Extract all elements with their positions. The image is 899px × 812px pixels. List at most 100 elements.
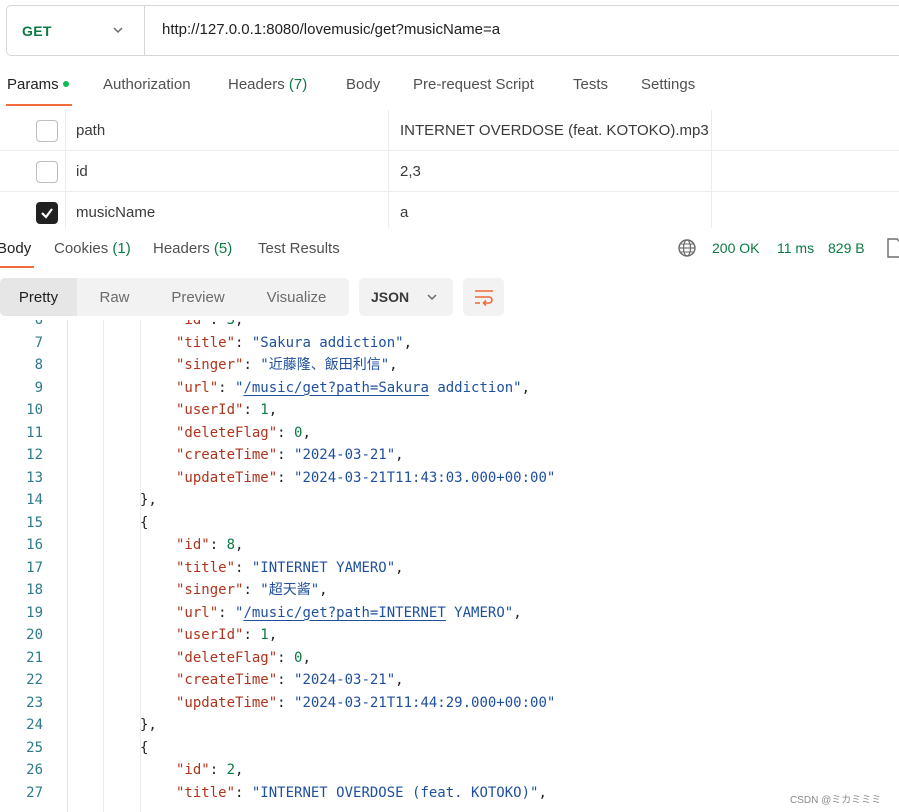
- param-key[interactable]: id: [76, 163, 88, 180]
- tab-tests[interactable]: Tests: [573, 76, 608, 93]
- response-view-toolbar: Pretty Raw Preview Visualize JSON: [0, 278, 899, 318]
- code-token: ,: [403, 334, 413, 351]
- globe-icon[interactable]: [677, 238, 697, 258]
- tab-response-body[interactable]: Body: [0, 240, 31, 257]
- code-token: "id": [176, 320, 210, 328]
- param-checkbox-cell: [0, 192, 66, 233]
- tab-cookies-count: (1): [112, 240, 131, 257]
- line-number: 22: [26, 672, 43, 688]
- response-size[interactable]: 829 B: [828, 240, 865, 256]
- param-value[interactable]: 2,3: [400, 163, 421, 180]
- param-checkbox[interactable]: [36, 161, 58, 183]
- code-token: :: [235, 559, 252, 576]
- tab-settings-label: Settings: [641, 76, 696, 93]
- method-label: GET: [22, 22, 52, 39]
- param-checkbox-cell: [0, 151, 66, 192]
- tab-params-label: Params: [7, 76, 59, 93]
- line-number: 6: [34, 320, 43, 328]
- method-selector[interactable]: GET: [7, 6, 145, 55]
- code-line: "updateTime": "2024-03-21T11:43:03.000+0…: [176, 467, 555, 489]
- code-token: 1: [260, 627, 269, 643]
- status-code[interactable]: 200 OK: [712, 240, 759, 256]
- param-key[interactable]: musicName: [76, 204, 155, 221]
- tab-settings[interactable]: Settings: [641, 76, 695, 93]
- response-body-viewer[interactable]: 6 "id": 3, 7 "title": "Sakura addiction", 8 "…: [0, 320, 899, 812]
- param-row: id 2,3: [0, 151, 899, 192]
- tab-body-label: Body: [346, 76, 381, 93]
- wrap-lines-button[interactable]: [463, 278, 504, 316]
- tab-authorization[interactable]: Authorization: [103, 76, 191, 93]
- tab-cookies[interactable]: Cookies (1): [54, 240, 131, 257]
- line-number: 23: [26, 694, 43, 711]
- tab-response-headers-count: (5): [213, 240, 233, 257]
- tab-response-headers[interactable]: Headers (5): [153, 240, 232, 257]
- line-number: 14: [26, 492, 43, 508]
- code-token: 3: [226, 320, 236, 328]
- tab-tests-label: Tests: [573, 76, 609, 93]
- param-checkbox-cell: [0, 110, 66, 151]
- tab-pre-request-script[interactable]: Pre-request Script: [413, 76, 534, 93]
- column-divider: [388, 151, 389, 192]
- view-visualize-button[interactable]: Visualize: [244, 278, 349, 316]
- format-label: JSON: [371, 289, 410, 305]
- code-token: YAMERO": [445, 604, 514, 621]
- response-time[interactable]: 11 ms: [777, 240, 814, 256]
- column-divider: [711, 192, 712, 233]
- view-preview-button[interactable]: Preview: [152, 278, 244, 316]
- code-line: "deleteFlag": 0,: [176, 647, 311, 669]
- code-token: ,: [319, 582, 328, 598]
- chevron-down-icon: [113, 27, 123, 34]
- code-token: "updateTime": [176, 694, 278, 711]
- tab-params[interactable]: Params: [7, 76, 69, 93]
- code-line: "id": 8,: [176, 534, 243, 556]
- code-line: "createTime": "2024-03-21",: [176, 444, 404, 466]
- tab-body[interactable]: Body: [346, 76, 380, 93]
- param-value[interactable]: INTERNET OVERDOSE (feat. KOTOKO).mp3: [400, 122, 709, 139]
- column-divider: [711, 151, 712, 192]
- code-token: },: [140, 717, 157, 733]
- code-token: :: [218, 604, 236, 621]
- line-number: 21: [26, 649, 43, 666]
- tab-headers-count: (7): [288, 76, 308, 93]
- code-token: :: [277, 424, 295, 441]
- code-token: "2024-03-21T11:43:03.000+00:00": [294, 469, 556, 486]
- code-token: ,: [235, 320, 244, 328]
- line-number: 10: [26, 402, 43, 418]
- param-value[interactable]: a: [400, 204, 408, 221]
- line-number: 12: [26, 447, 43, 463]
- view-mode-selector: Pretty Raw Preview Visualize: [0, 278, 349, 316]
- tab-response-body-label: Body: [0, 240, 32, 257]
- code-token: "title": [176, 334, 236, 351]
- param-key[interactable]: path: [76, 122, 105, 139]
- save-response-icon[interactable]: [886, 238, 899, 258]
- column-divider: [711, 110, 712, 151]
- line-number: 11: [26, 424, 43, 441]
- tab-authorization-label: Authorization: [103, 76, 191, 93]
- param-checkbox[interactable]: [36, 120, 58, 142]
- code-token: "title": [176, 784, 236, 801]
- view-pretty-button[interactable]: Pretty: [0, 278, 77, 316]
- line-number: 16: [26, 537, 43, 553]
- url-link[interactable]: /music/get?path=Sakura: [243, 380, 428, 396]
- tab-cookies-label: Cookies: [54, 240, 109, 257]
- code-token: :: [243, 582, 261, 598]
- url-link[interactable]: /music/get?path=INTERNET: [243, 605, 445, 621]
- param-checkbox-checked[interactable]: [36, 202, 58, 224]
- line-number: 26: [26, 762, 43, 778]
- url-input[interactable]: http://127.0.0.1:8080/lovemusic/get?musi…: [162, 21, 500, 38]
- format-selector[interactable]: JSON: [359, 278, 453, 316]
- code-token: "2024-03-21": [294, 672, 396, 688]
- line-number: 17: [26, 559, 43, 576]
- tab-test-results[interactable]: Test Results: [258, 240, 340, 257]
- column-divider: [388, 110, 389, 151]
- view-raw-button[interactable]: Raw: [77, 278, 152, 316]
- code-token: :: [243, 357, 261, 373]
- tab-headers[interactable]: Headers (7): [228, 76, 307, 93]
- param-row: musicName a: [0, 192, 899, 233]
- line-number: 9: [34, 379, 43, 396]
- response-tabs: Body Cookies (1) Headers (5) Test Result…: [0, 228, 899, 272]
- code-token: ,: [235, 537, 244, 553]
- code-line: "userId": 1,: [176, 399, 277, 421]
- code-token: "INTERNET OVERDOSE (feat. KOTOKO)": [251, 784, 539, 801]
- code-token: "2024-03-21": [294, 447, 396, 463]
